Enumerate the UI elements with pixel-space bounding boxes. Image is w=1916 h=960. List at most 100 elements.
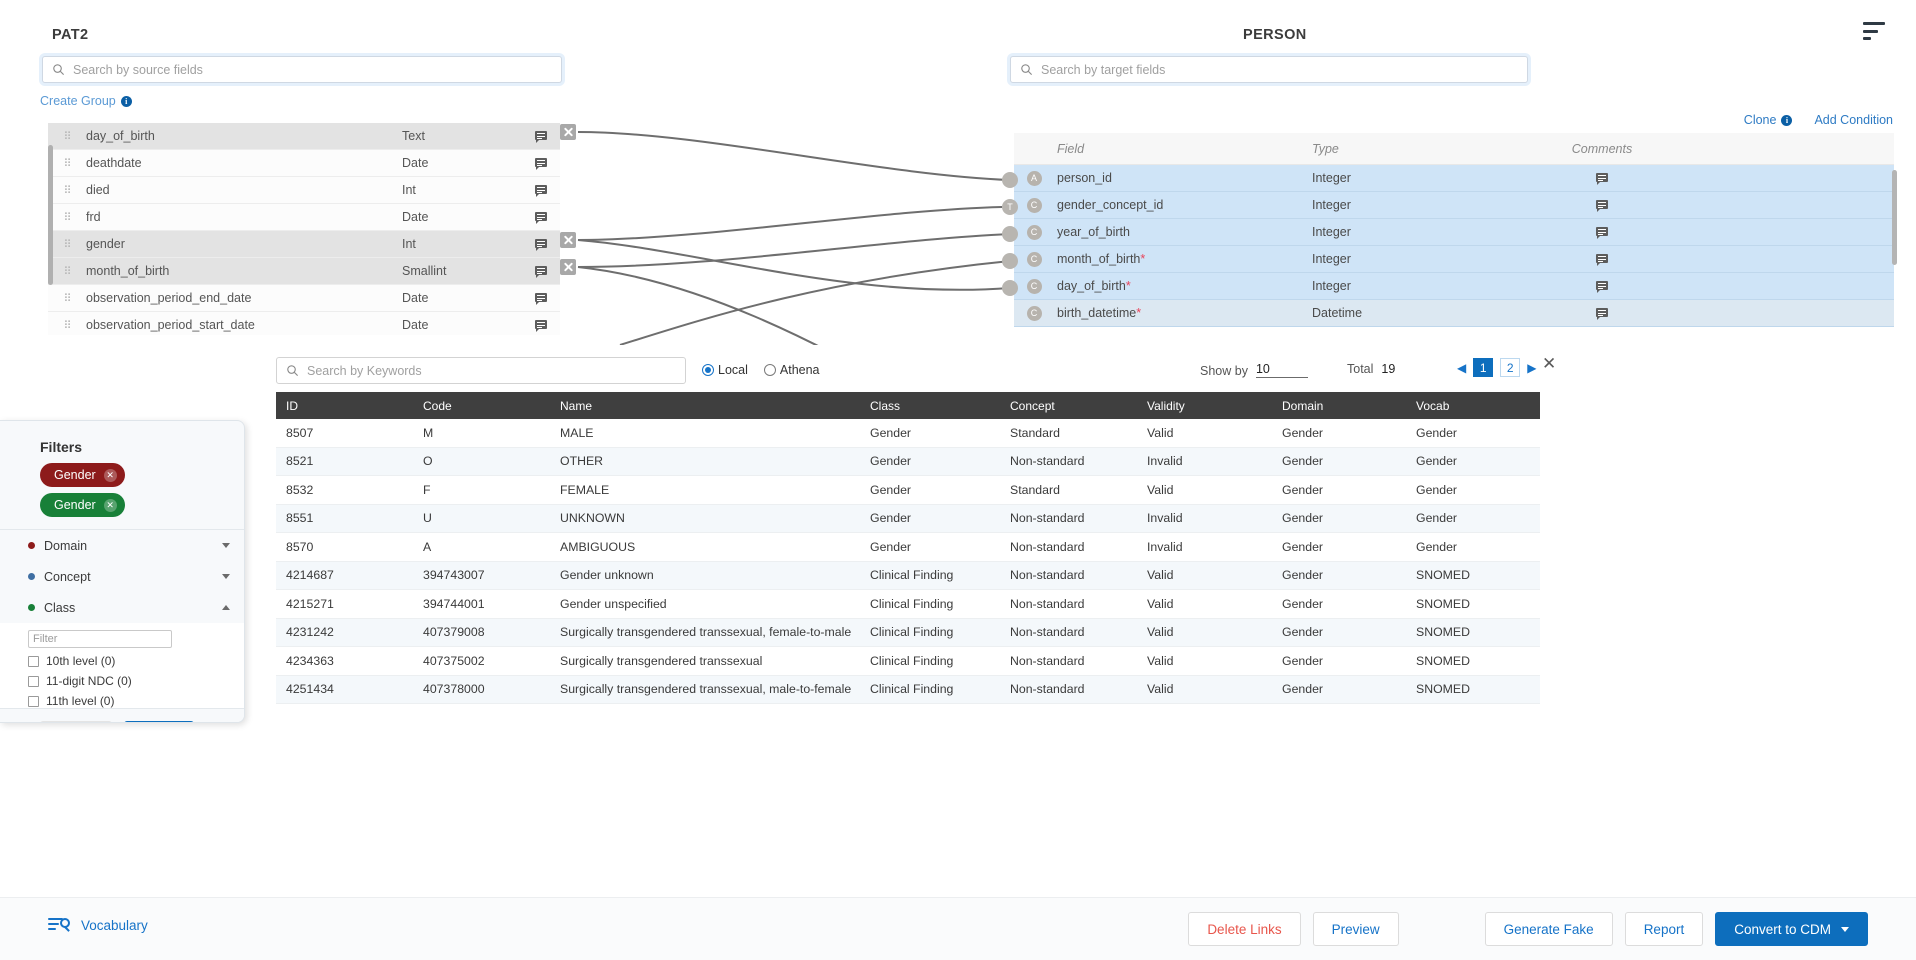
target-search-box[interactable] xyxy=(1010,56,1528,83)
column-header[interactable]: ID xyxy=(276,399,413,413)
radio-local-indicator[interactable] xyxy=(702,364,714,376)
source-field-comment[interactable] xyxy=(522,158,560,170)
column-header[interactable]: Concept xyxy=(1000,399,1137,413)
column-header[interactable]: Name xyxy=(550,399,860,413)
comment-icon[interactable] xyxy=(1596,254,1608,266)
target-field-row[interactable]: Aperson_id Integer xyxy=(1014,165,1894,192)
column-header[interactable]: Class xyxy=(860,399,1000,413)
target-field-comment[interactable] xyxy=(1512,200,1692,212)
close-icon[interactable]: ✕ xyxy=(1542,355,1556,372)
target-field-row[interactable]: Cgender_concept_id Integer xyxy=(1014,192,1894,219)
table-row[interactable]: 4234363 407375002 Surgically transgendered… xyxy=(276,647,1540,676)
comment-icon[interactable] xyxy=(535,293,547,305)
add-condition-link[interactable]: Add Condition xyxy=(1814,113,1893,127)
column-header[interactable]: Domain xyxy=(1272,399,1406,413)
class-filter-input[interactable] xyxy=(28,630,172,648)
keyword-search-input[interactable] xyxy=(307,363,676,378)
target-field-row[interactable]: Cday_of_birth* Integer xyxy=(1014,273,1894,300)
filter-chip[interactable]: Gender ✕ xyxy=(40,463,125,487)
comment-icon[interactable] xyxy=(1596,227,1608,239)
delete-link-marker[interactable] xyxy=(560,124,576,140)
link-endpoint-transform[interactable]: T xyxy=(1002,199,1018,215)
delete-link-marker[interactable] xyxy=(560,259,576,275)
drag-handle-icon[interactable]: ⠿ xyxy=(48,211,86,224)
link-endpoint[interactable] xyxy=(1002,253,1018,269)
source-field-row[interactable]: ⠿ observation_period_end_date Date xyxy=(48,285,560,312)
source-field-row[interactable]: ⠿ observation_period_start_date Date xyxy=(48,312,560,335)
generate-fake-button[interactable]: Generate Fake xyxy=(1484,912,1613,946)
prev-page-button[interactable]: ◀ xyxy=(1457,361,1466,375)
source-field-row[interactable]: ⠿ month_of_birth Smallint xyxy=(48,258,560,285)
comment-icon[interactable] xyxy=(535,320,547,332)
checkbox[interactable] xyxy=(28,695,39,707)
report-button[interactable]: Report xyxy=(1624,912,1704,946)
column-header[interactable]: Vocab xyxy=(1406,399,1540,413)
clear-filters-button[interactable]: Clear xyxy=(40,721,112,722)
table-row[interactable]: 4215271 394744001 Gender unspecified Clinic… xyxy=(276,590,1540,619)
source-field-comment[interactable] xyxy=(522,266,560,278)
drag-handle-icon[interactable]: ⠿ xyxy=(48,265,86,278)
filter-option[interactable]: 11th level (0) xyxy=(28,694,244,708)
comment-icon[interactable] xyxy=(1596,173,1608,185)
column-header[interactable]: Validity xyxy=(1137,399,1272,413)
source-field-comment[interactable] xyxy=(522,212,560,224)
drag-handle-icon[interactable]: ⠿ xyxy=(48,319,86,332)
checkbox[interactable] xyxy=(28,655,39,667)
delete-link-marker[interactable] xyxy=(560,232,576,248)
table-row[interactable]: 8521 O OTHER Gender Non-standard Invalid Gende… xyxy=(276,447,1540,476)
preview-button[interactable]: Preview xyxy=(1312,912,1399,946)
remove-chip-icon[interactable]: ✕ xyxy=(103,498,117,512)
source-field-row[interactable]: ⠿ died Int xyxy=(48,177,560,204)
table-row[interactable]: 4231242 407379008 Surgically transgendered… xyxy=(276,618,1540,647)
drag-handle-icon[interactable]: ⠿ xyxy=(48,184,86,197)
source-field-table[interactable]: ⠿ day_of_birth Text ⠿ deathdate Date ⠿ died Int ⠿… xyxy=(48,118,560,335)
filter-section-class[interactable]: Class xyxy=(0,592,244,623)
info-icon[interactable]: i xyxy=(1781,114,1793,126)
link-endpoint[interactable] xyxy=(1002,172,1018,188)
chevron-down-icon[interactable] xyxy=(222,574,230,579)
source-field-row[interactable]: ⠿ gender Int xyxy=(48,231,560,258)
target-field-comment[interactable] xyxy=(1512,281,1692,293)
target-field-comment[interactable] xyxy=(1512,173,1692,185)
target-field-comment[interactable] xyxy=(1512,227,1692,239)
radio-athena-indicator[interactable] xyxy=(763,364,776,376)
show-by-control[interactable]: Show by 10 xyxy=(1200,362,1308,378)
comment-icon[interactable] xyxy=(535,131,547,143)
source-field-comment[interactable] xyxy=(522,239,560,251)
drag-handle-icon[interactable]: ⠿ xyxy=(48,157,86,170)
clone-link[interactable]: Clone i xyxy=(1744,113,1793,127)
filter-option[interactable]: 11-digit NDC (0) xyxy=(28,674,244,688)
filter-section-concept[interactable]: Concept xyxy=(0,561,244,592)
page-button-1[interactable]: 1 xyxy=(1473,358,1494,377)
table-row[interactable]: 8570 A AMBIGUOUS Gender Non-standard Invalid G… xyxy=(276,533,1540,562)
source-field-row[interactable]: ⠿ deathdate Date xyxy=(48,150,560,177)
filter-section-domain[interactable]: Domain xyxy=(0,530,244,561)
radio-local[interactable]: Local xyxy=(702,363,748,377)
comment-icon[interactable] xyxy=(535,266,547,278)
remove-chip-icon[interactable]: ✕ xyxy=(103,468,117,482)
target-field-row[interactable]: Cbirth_datetime* Datetime xyxy=(1014,300,1894,327)
radio-athena[interactable]: Athena xyxy=(763,363,820,377)
source-field-comment[interactable] xyxy=(522,320,560,332)
chevron-down-icon[interactable] xyxy=(222,543,230,548)
comment-icon[interactable] xyxy=(1596,200,1608,212)
comment-icon[interactable] xyxy=(535,239,547,251)
vocabulary-button[interactable]: Vocabulary xyxy=(48,917,148,933)
table-row[interactable]: 8532 F FEMALE Gender Standard Valid Gender Gend… xyxy=(276,476,1540,505)
table-row[interactable]: 8507 M MALE Gender Standard Valid Gender Gender xyxy=(276,419,1540,448)
checkbox[interactable] xyxy=(28,675,39,687)
table-row[interactable]: 4251434 407378000 Surgically transgendered… xyxy=(276,675,1540,704)
link-endpoint[interactable] xyxy=(1002,226,1018,242)
drag-handle-icon[interactable]: ⠿ xyxy=(48,130,86,143)
next-page-button[interactable]: ▶ xyxy=(1527,361,1536,375)
chevron-up-icon[interactable] xyxy=(222,605,230,610)
filter-chip[interactable]: Gender ✕ xyxy=(40,493,125,517)
target-field-row[interactable]: Cmonth_of_birth* Integer xyxy=(1014,246,1894,273)
drag-handle-icon[interactable]: ⠿ xyxy=(48,238,86,251)
link-endpoint[interactable] xyxy=(1002,280,1018,296)
source-search-box[interactable] xyxy=(42,56,562,83)
keyword-search-box[interactable] xyxy=(276,357,686,384)
source-field-comment[interactable] xyxy=(522,185,560,197)
source-field-row[interactable]: ⠿ frd Date xyxy=(48,204,560,231)
table-row[interactable]: 4214687 394743007 Gender unknown Clinical F… xyxy=(276,561,1540,590)
